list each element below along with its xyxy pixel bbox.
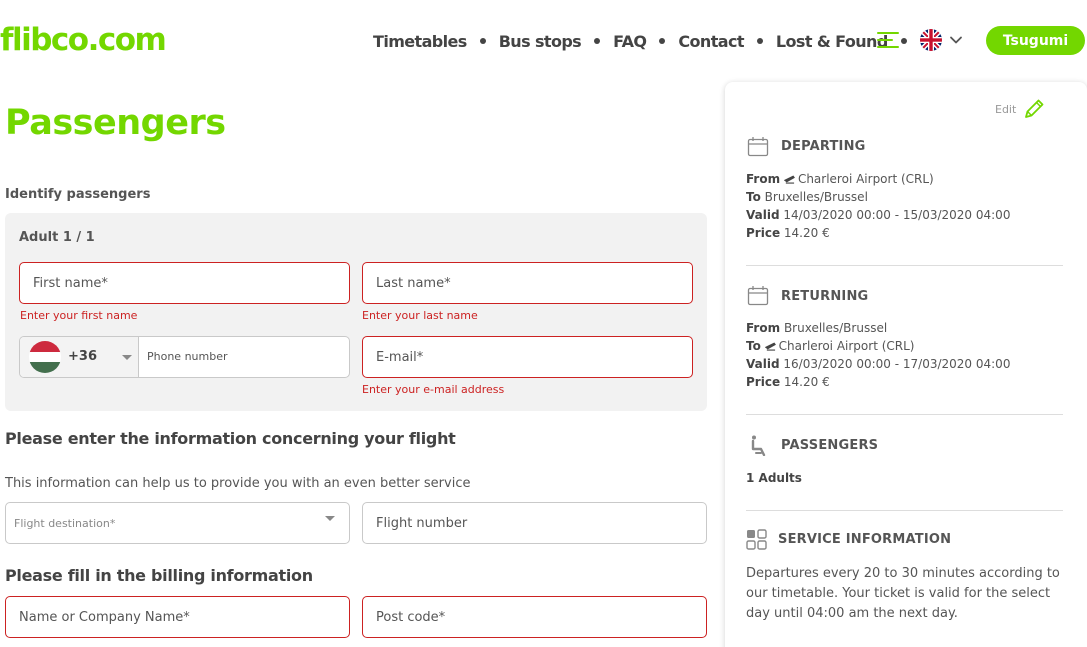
email-input[interactable]: E-mail* (362, 336, 693, 378)
summary-divider (746, 265, 1063, 266)
edit-link[interactable]: Edit (995, 103, 1016, 116)
returning-price: Price 14.20 € (746, 375, 830, 389)
returning-valid-label: Valid (746, 357, 780, 371)
departing-price-value: 14.20 € (783, 226, 830, 240)
returning-valid: Valid 16/03/2020 00:00 - 17/03/2020 04:0… (746, 357, 1010, 371)
pencil-icon[interactable] (1022, 97, 1046, 121)
departing-to: To Bruxelles/Brussel (746, 190, 868, 204)
departing-heading: DEPARTING (781, 139, 866, 154)
last-name-placeholder: Last name* (376, 275, 451, 291)
nav-separator (900, 38, 907, 44)
email-error: Enter your e-mail address (362, 383, 505, 396)
departing-from: From Charleroi Airport (CRL) (746, 172, 934, 186)
returning-to: To Charleroi Airport (CRL) (746, 339, 914, 353)
postcode-placeholder: Post code* (376, 609, 446, 625)
passengers-count: 1 Adults (746, 471, 802, 485)
departing-from-value: Charleroi Airport (CRL) (797, 172, 934, 186)
phone-prefix-code: +36 (68, 349, 97, 364)
returning-to-value: Charleroi Airport (CRL) (778, 339, 915, 353)
flight-destination-placeholder: Flight destination* (14, 516, 116, 530)
main-nav: Timetables Bus stops FAQ Contact Lost & … (373, 30, 920, 52)
departing-price: Price 14.20 € (746, 226, 830, 240)
menu-icon[interactable] (877, 32, 899, 49)
identify-passengers-label: Identify passengers (5, 187, 151, 202)
service-info-heading: SERVICE INFORMATION (778, 532, 952, 547)
site-logo[interactable]: flibco.com (0, 22, 167, 58)
departing-valid: Valid 14/03/2020 00:00 - 15/03/2020 04:0… (746, 208, 1010, 222)
seat-icon (751, 435, 766, 456)
airplane-icon (783, 175, 795, 184)
postcode-input[interactable]: Post code* (362, 596, 707, 638)
nav-lost-found[interactable]: Lost & Found (776, 32, 888, 51)
departing-to-value: Bruxelles/Brussel (764, 190, 868, 204)
user-account-button[interactable]: Tsugumi (986, 26, 1085, 55)
page-title: Passengers (5, 103, 226, 143)
grid-icon (746, 529, 767, 550)
returning-price-label: Price (746, 375, 781, 389)
email-placeholder: E-mail* (376, 349, 424, 365)
airplane-icon (764, 342, 776, 351)
nav-contact[interactable]: Contact (678, 32, 744, 51)
billing-name-input[interactable]: Name or Company Name* (5, 596, 350, 638)
first-name-error: Enter your first name (20, 309, 138, 322)
nav-separator (594, 38, 601, 44)
phone-number-input[interactable]: Phone number (147, 350, 228, 363)
phone-field: +36 Phone number (19, 336, 350, 378)
nav-separator (479, 38, 486, 44)
passengers-heading: PASSENGERS (781, 438, 879, 453)
caret-down-icon (325, 516, 335, 521)
chevron-down-icon[interactable] (949, 33, 963, 47)
nav-separator (756, 38, 763, 44)
nav-bus-stops[interactable]: Bus stops (499, 32, 582, 51)
first-name-input[interactable]: First name* (19, 262, 350, 304)
calendar-icon (747, 286, 769, 306)
flight-destination-select[interactable]: Flight destination* (5, 502, 350, 544)
phone-prefix-select[interactable]: +36 (20, 337, 139, 377)
last-name-error: Enter your last name (362, 309, 478, 322)
caret-down-icon (122, 355, 132, 360)
returning-to-label: To (746, 339, 761, 353)
first-name-placeholder: First name* (33, 275, 108, 291)
returning-price-value: 14.20 € (783, 375, 830, 389)
passenger-label: Adult 1 / 1 (19, 230, 95, 245)
last-name-input[interactable]: Last name* (362, 262, 693, 304)
returning-from-label: From (746, 321, 781, 335)
departing-valid-value: 14/03/2020 00:00 - 15/03/2020 04:00 (783, 208, 1011, 222)
flight-section-heading: Please enter the information concerning … (5, 429, 456, 448)
billing-section-heading: Please fill in the billing information (5, 566, 313, 585)
returning-from-value: Bruxelles/Brussel (783, 321, 888, 335)
nav-separator (659, 38, 666, 44)
departing-valid-label: Valid (746, 208, 780, 222)
nav-timetables[interactable]: Timetables (373, 32, 467, 51)
flight-info-text: This information can help us to provide … (5, 476, 471, 491)
uk-flag-icon[interactable] (920, 29, 942, 51)
flight-number-placeholder: Flight number (376, 515, 468, 531)
departing-price-label: Price (746, 226, 781, 240)
summary-divider (746, 510, 1063, 511)
billing-name-placeholder: Name or Company Name* (19, 609, 190, 625)
departing-from-label: From (746, 172, 781, 186)
returning-heading: RETURNING (781, 289, 869, 304)
departing-to-label: To (746, 190, 761, 204)
summary-divider (746, 414, 1063, 415)
returning-valid-value: 16/03/2020 00:00 - 17/03/2020 04:00 (783, 357, 1011, 371)
calendar-icon (747, 137, 769, 157)
service-info-text: Departures every 20 to 30 minutes accord… (746, 566, 1060, 621)
hungary-flag-icon (29, 341, 61, 373)
returning-from: From Bruxelles/Brussel (746, 321, 887, 335)
flight-number-input[interactable]: Flight number (362, 502, 707, 544)
nav-faq[interactable]: FAQ (613, 32, 647, 51)
